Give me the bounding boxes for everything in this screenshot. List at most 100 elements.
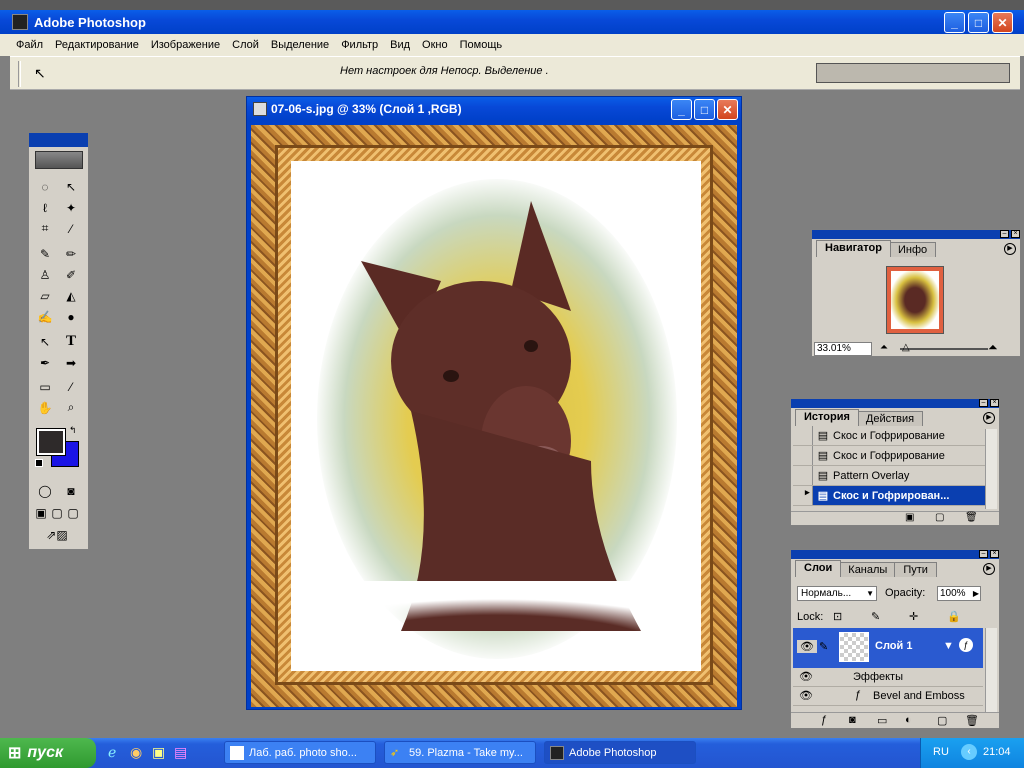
history-item[interactable]: ▤ Pattern Overlay	[793, 466, 985, 486]
move-tool-icon[interactable]: ↖	[61, 177, 81, 196]
panel-menu-icon[interactable]: ▶	[1004, 243, 1016, 255]
blur-tool-icon[interactable]: ✍	[35, 307, 55, 326]
tab-info[interactable]: Инфо	[888, 242, 937, 257]
new-document-from-state-icon[interactable]: ▣	[905, 512, 914, 523]
menu-file[interactable]: Файл	[10, 39, 49, 51]
tab-channels[interactable]: Каналы	[839, 562, 897, 577]
menu-layer[interactable]: Слой	[226, 39, 265, 51]
history-item[interactable]: ▤ Скос и Гофрирование	[793, 446, 985, 466]
document-minimize-button[interactable]: _	[671, 99, 692, 120]
paint-bucket-icon[interactable]: ◭	[61, 286, 81, 305]
minimize-button[interactable]: _	[944, 12, 965, 33]
lock-transparency-icon[interactable]: ⊡	[833, 610, 842, 623]
tab-history[interactable]: История	[795, 409, 859, 426]
lasso-tool-icon[interactable]: ℓ	[35, 198, 55, 217]
pen-tool-icon[interactable]: ✒	[35, 353, 55, 372]
hand-tool-icon[interactable]: ✋	[35, 398, 55, 417]
document-maximize-button[interactable]: □	[694, 99, 715, 120]
path-select-icon[interactable]: ↖	[35, 332, 55, 351]
taskbar-item-word[interactable]: Лаб. раб. photo sho...	[224, 741, 376, 764]
trash-icon[interactable]: 🗑	[965, 512, 978, 523]
stamp-tool-icon[interactable]: ♙	[35, 265, 55, 284]
standard-mode-icon[interactable]: ◯	[35, 481, 55, 500]
dodge-tool-icon[interactable]: ●	[61, 307, 81, 326]
screen-mode-full-menu-icon[interactable]: ▢	[49, 503, 65, 522]
navigator-thumbnail[interactable]	[886, 266, 944, 334]
navigator-zoom-slider[interactable]	[900, 348, 988, 350]
menu-edit[interactable]: Редактирование	[49, 39, 145, 51]
brush-tool-icon[interactable]: ✏	[61, 244, 81, 263]
swap-colors-icon[interactable]: ↰	[69, 425, 77, 436]
menu-window[interactable]: Окно	[416, 39, 454, 51]
tray-arrow-icon[interactable]: ‹	[961, 744, 977, 760]
menu-help[interactable]: Помощь	[454, 39, 509, 51]
effects-row[interactable]: 👁 Эффекты	[793, 668, 983, 687]
history-brush-icon[interactable]: ✐	[61, 265, 81, 284]
history-scrollbar[interactable]	[985, 429, 997, 509]
notes-tool-icon[interactable]: ▭	[35, 377, 55, 396]
panel-close-icon[interactable]: ×	[990, 550, 999, 558]
new-set-icon[interactable]: ▭	[877, 714, 887, 727]
maximize-button[interactable]: □	[968, 12, 989, 33]
image-canvas[interactable]	[251, 125, 737, 707]
menu-select[interactable]: Выделение	[265, 39, 335, 51]
crop-tool-icon[interactable]: ⌗	[35, 219, 55, 238]
blend-mode-select[interactable]: Нормаль... ▼	[797, 586, 877, 601]
eye-icon[interactable]: 👁	[799, 670, 813, 683]
effect-row[interactable]: 👁 ƒ Bevel and Emboss	[793, 687, 983, 706]
tab-actions[interactable]: Действия	[856, 411, 924, 426]
menu-image[interactable]: Изображение	[145, 39, 226, 51]
add-mask-icon[interactable]: ◙	[849, 714, 856, 726]
trash-icon[interactable]: 🗑	[965, 714, 979, 727]
quick-mask-icon[interactable]: ◙	[61, 481, 81, 500]
zoom-out-icon[interactable]: ⏶	[880, 342, 888, 353]
toolbox-logo[interactable]	[35, 151, 83, 169]
new-snapshot-icon[interactable]: ▢	[935, 512, 944, 523]
lock-all-icon[interactable]: 🔒	[947, 610, 961, 623]
adjustment-layer-icon[interactable]: ◐	[905, 714, 912, 726]
close-button[interactable]: ✕	[992, 12, 1013, 33]
panel-minimize-icon[interactable]: –	[979, 550, 988, 558]
palette-well[interactable]	[816, 63, 1010, 83]
magic-wand-icon[interactable]: ✦	[61, 198, 81, 217]
panel-minimize-icon[interactable]: –	[979, 399, 988, 407]
brush-link-icon[interactable]: ✎	[819, 640, 828, 653]
save-quicklaunch-icon[interactable]: ▤	[174, 744, 187, 761]
zoom-tool-icon[interactable]: ⌕	[61, 398, 81, 417]
media-quicklaunch-icon[interactable]: ◉	[130, 744, 142, 761]
menu-filter[interactable]: Фильтр	[335, 39, 384, 51]
layer-row-selected[interactable]: 👁 ✎ Слой 1 ▼ ƒ	[793, 628, 983, 668]
history-item[interactable]: ▤ Скос и Гофрирование	[793, 426, 985, 446]
opacity-field[interactable]: 100% ▶	[937, 586, 981, 601]
app-quicklaunch-icon[interactable]: ▣	[152, 744, 165, 761]
eye-icon[interactable]: 👁	[797, 640, 817, 653]
type-tool-icon[interactable]: T	[61, 332, 81, 351]
taskbar-item-photoshop[interactable]: Adobe Photoshop	[544, 741, 696, 764]
language-indicator[interactable]: RU	[933, 746, 949, 758]
lock-image-icon[interactable]: ✎	[871, 610, 880, 623]
marquee-tool-icon[interactable]: ◌	[35, 177, 55, 196]
foreground-color-swatch[interactable]	[36, 428, 66, 456]
eraser-tool-icon[interactable]: ▱	[35, 286, 55, 305]
document-close-button[interactable]: ✕	[717, 99, 738, 120]
tab-paths[interactable]: Пути	[894, 562, 937, 577]
jump-to-imageready-icon[interactable]: ⇗▨	[35, 525, 79, 544]
ie-quicklaunch-icon[interactable]: ℯ	[108, 744, 116, 761]
layers-scrollbar[interactable]	[985, 628, 997, 712]
screen-mode-full-icon[interactable]: ▢	[65, 503, 81, 522]
zoom-in-icon[interactable]: ⏶	[988, 340, 998, 355]
panel-menu-icon[interactable]: ▶	[983, 563, 995, 575]
start-button[interactable]: ⊞ пуск	[0, 738, 96, 768]
panel-minimize-icon[interactable]: –	[1000, 230, 1009, 238]
default-colors-icon[interactable]	[35, 459, 43, 467]
tab-navigator[interactable]: Навигатор	[816, 240, 891, 257]
navigator-zoom-field[interactable]: 33.01%	[814, 342, 872, 356]
taskbar-item-plazma[interactable]: ➶ 59. Plazma - Take my...	[384, 741, 536, 764]
move-tool-icon[interactable]: ↖	[34, 65, 46, 82]
tab-layers[interactable]: Слои	[795, 560, 842, 577]
menu-view[interactable]: Вид	[384, 39, 416, 51]
shape-tool-icon[interactable]: ➡	[61, 353, 81, 372]
history-item-selected[interactable]: ▸ ▤ Скос и Гофрирован...	[793, 486, 985, 506]
healing-brush-icon[interactable]: ✎	[35, 244, 55, 263]
screen-mode-standard-icon[interactable]: ▣	[33, 503, 49, 522]
